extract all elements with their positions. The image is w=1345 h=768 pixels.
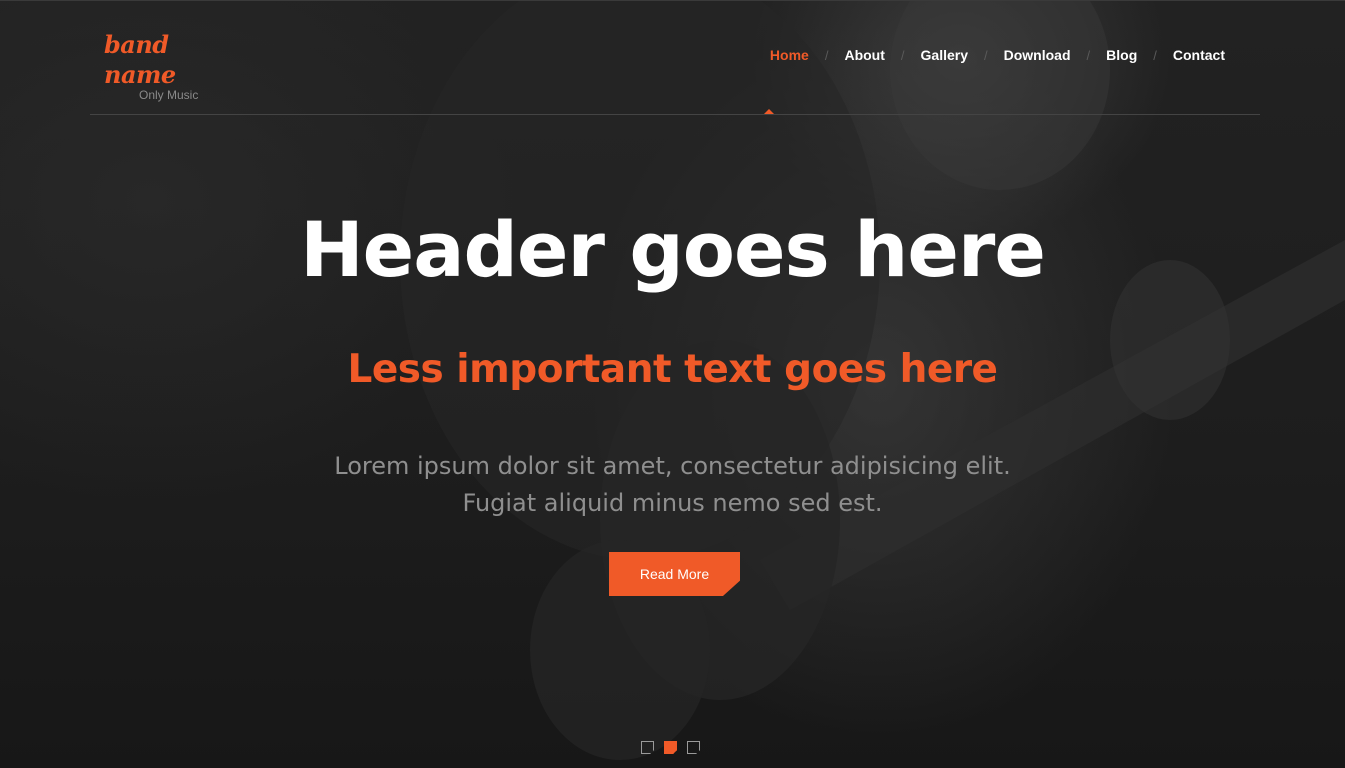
slider-dot[interactable] bbox=[687, 741, 700, 754]
slider-dot-active[interactable] bbox=[664, 741, 677, 754]
logo[interactable]: band name Only Music bbox=[104, 30, 244, 102]
nav-separator: / bbox=[1153, 47, 1157, 63]
slider-dot[interactable] bbox=[641, 741, 654, 754]
nav-separator: / bbox=[824, 47, 829, 63]
hero-body-line-1: Lorem ipsum dolor sit amet, consectetur … bbox=[334, 452, 1011, 480]
nav-item-blog[interactable]: Blog bbox=[1106, 47, 1137, 63]
nav-separator: / bbox=[900, 47, 905, 63]
nav-item-about[interactable]: About bbox=[844, 47, 884, 63]
active-nav-indicator bbox=[764, 109, 774, 114]
nav-item-contact[interactable]: Contact bbox=[1173, 47, 1225, 63]
nav-item-download[interactable]: Download bbox=[1004, 47, 1071, 63]
nav-divider bbox=[90, 114, 1260, 115]
nav-item-home[interactable]: Home bbox=[770, 47, 809, 63]
hero-body-line-2: Fugiat aliquid minus nemo sed est. bbox=[462, 489, 883, 517]
read-more-button[interactable]: Read More bbox=[609, 552, 740, 596]
main-nav: Home / About / Gallery / Download / Blog… bbox=[770, 47, 1225, 63]
nav-separator: / bbox=[1086, 47, 1091, 63]
top-border bbox=[0, 0, 1345, 1]
hero-subheadline: Less important text goes here bbox=[347, 347, 998, 392]
nav-item-gallery[interactable]: Gallery bbox=[921, 47, 968, 63]
slider-pagination bbox=[641, 741, 700, 754]
brand-name[interactable]: band name bbox=[104, 30, 244, 90]
nav-separator: / bbox=[984, 47, 988, 63]
brand-tagline: Only Music bbox=[139, 88, 199, 102]
hero-section: band name Only Music Home / About / Gall… bbox=[0, 0, 1345, 768]
hero-headline: Header goes here bbox=[300, 205, 1046, 294]
hero-body-text: Lorem ipsum dolor sit amet, consectetur … bbox=[0, 448, 1345, 522]
